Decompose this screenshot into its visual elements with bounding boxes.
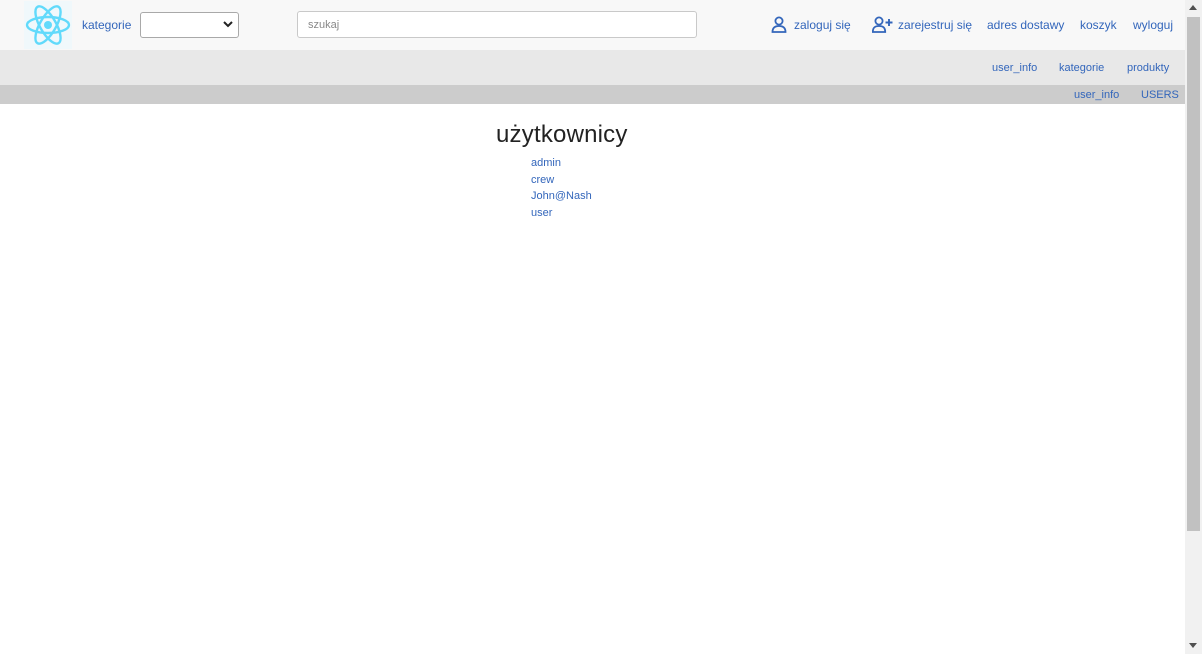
user-list-item-user[interactable]: user xyxy=(531,207,552,219)
category-select[interactable] xyxy=(140,12,239,38)
page-title: użytkownicy xyxy=(496,121,628,148)
adminnav-item-users[interactable]: USERS xyxy=(1141,89,1179,101)
content-area: kategorie zaloguj się zarejestruj się ad… xyxy=(0,0,1185,654)
cart-link[interactable]: koszyk xyxy=(1080,18,1117,32)
user-plus-icon[interactable] xyxy=(872,16,894,33)
admin-navbar xyxy=(0,85,1185,104)
user-icon[interactable] xyxy=(771,16,787,33)
subnav-item-user-info[interactable]: user_info xyxy=(992,62,1037,74)
user-list-item-crew[interactable]: crew xyxy=(531,174,554,186)
register-link[interactable]: zarejestruj się xyxy=(898,18,972,32)
login-link[interactable]: zaloguj się xyxy=(794,18,851,32)
app-window: kategorie zaloguj się zarejestruj się ad… xyxy=(0,0,1202,654)
user-list-item-john-nash[interactable]: John@Nash xyxy=(531,190,592,202)
scroll-down-arrow-icon[interactable] xyxy=(1189,643,1197,648)
categories-label: kategorie xyxy=(82,18,132,32)
react-atom-icon[interactable] xyxy=(24,1,72,49)
scroll-thumb[interactable] xyxy=(1187,17,1200,531)
scroll-up-arrow-icon[interactable] xyxy=(1189,5,1197,10)
logout-link[interactable]: wyloguj xyxy=(1133,18,1173,32)
subnav-item-categories[interactable]: kategorie xyxy=(1059,62,1104,74)
vertical-scrollbar[interactable] xyxy=(1185,0,1202,654)
adminnav-item-user-info[interactable]: user_info xyxy=(1074,89,1119,101)
chevron-down-icon xyxy=(223,21,233,28)
delivery-address-link[interactable]: adres dostawy xyxy=(987,18,1064,32)
user-list-item-admin[interactable]: admin xyxy=(531,157,561,169)
subnav-item-products[interactable]: produkty xyxy=(1127,62,1169,74)
search-input[interactable] xyxy=(297,11,697,38)
